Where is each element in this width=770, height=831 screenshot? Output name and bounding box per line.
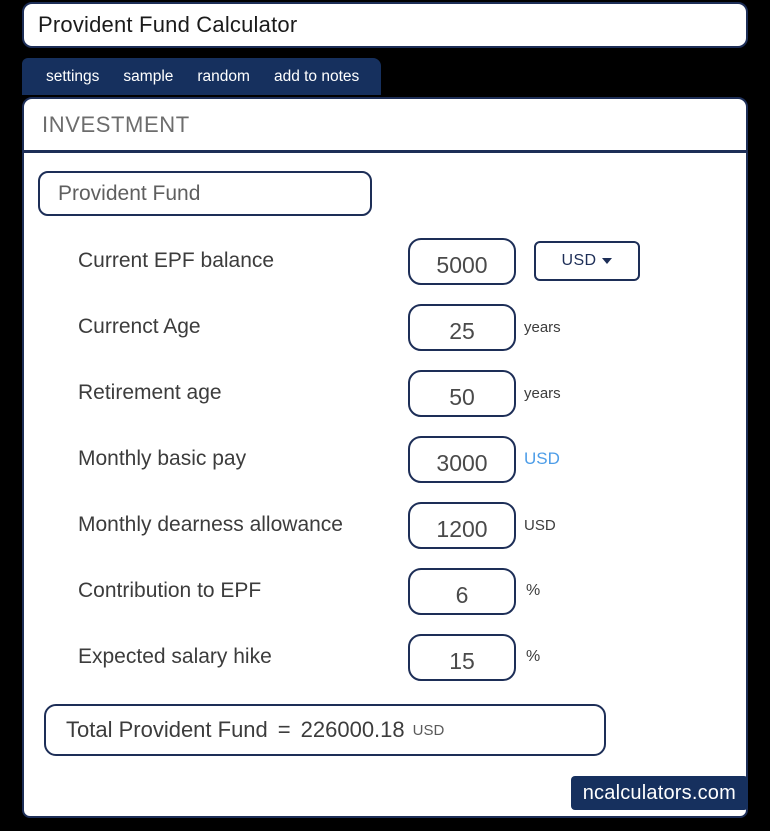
field-row: Retirement age 50 years [24, 360, 746, 426]
currency-dropdown[interactable]: USD [534, 241, 640, 281]
field-unit[interactable]: USD [524, 449, 560, 469]
tab-bar: settings sample random add to notes [22, 58, 382, 95]
field-label: Monthly dearness allowance [78, 512, 343, 536]
field-input[interactable]: 5000 [408, 237, 516, 285]
field-list: Current EPF balance 5000 USD Currenct Age 25… [24, 228, 746, 690]
field-row: Monthly basic pay 3000 USD [24, 426, 746, 492]
field-input[interactable]: 6 [408, 567, 516, 615]
field-input-value: 25 [449, 317, 475, 344]
field-control: 25 years [408, 303, 561, 351]
field-unit: years [524, 384, 561, 402]
section-header: INVESTMENT [24, 99, 746, 153]
field-unit: % [526, 648, 541, 665]
currency-dropdown-value: USD [561, 252, 597, 269]
field-label: Monthly basic pay [78, 446, 247, 470]
calculator-panel: INVESTMENT Provident Fund Current EPF ba… [22, 97, 748, 818]
tab-add-to-notes[interactable]: add to notes [262, 58, 371, 95]
field-row: Current EPF balance 5000 USD [24, 228, 746, 294]
field-row: Expected salary hike 15% [24, 624, 746, 690]
tab-settings[interactable]: settings [34, 58, 111, 95]
tab-random[interactable]: random [185, 58, 262, 95]
result-unit: USD [412, 721, 445, 739]
field-row: Contribution to EPF 6% [24, 558, 746, 624]
field-input[interactable]: 25 [408, 303, 516, 351]
field-label: Currenct Age [78, 314, 201, 338]
field-input-value: 15 [449, 647, 475, 674]
investment-type-value: Provident Fund [58, 181, 201, 205]
field-control: 6% [408, 567, 541, 615]
field-unit: USD [524, 516, 556, 534]
investment-type-select[interactable]: Provident Fund [38, 171, 372, 216]
field-input[interactable]: 1200 [408, 501, 516, 549]
field-control: 5000 USD [408, 237, 640, 285]
field-input-value: 50 [449, 383, 475, 410]
tab-sample[interactable]: sample [111, 58, 185, 95]
field-label: Contribution to EPF [78, 578, 262, 602]
section-title: INVESTMENT [42, 111, 190, 137]
result-bar: Total Provident Fund = 226000.18 USD [44, 704, 606, 756]
result-equals-sign: = [277, 717, 291, 742]
field-control: 15% [408, 633, 541, 681]
field-label: Current EPF balance [78, 248, 275, 272]
watermark-label: ncalculators.com [582, 781, 736, 804]
field-unit: years [524, 318, 561, 336]
field-control: 50 years [408, 369, 561, 417]
result-value: 226000.18 [300, 717, 405, 742]
site-watermark: ncalculators.com [570, 776, 748, 810]
field-row: Monthly dearness allowance 1200 USD [24, 492, 746, 558]
field-row: Currenct Age 25 years [24, 294, 746, 360]
chevron-down-icon [602, 258, 613, 264]
window-title-bar: Provident Fund Calculator [22, 2, 748, 48]
field-control: 1200 USD [408, 501, 556, 549]
field-label: Retirement age [78, 380, 222, 404]
field-input-value: 5000 [436, 251, 488, 278]
field-control: 3000 USD [408, 435, 560, 483]
field-input[interactable]: 3000 [408, 435, 516, 483]
field-unit: % [526, 582, 541, 599]
field-input-value: 6 [455, 581, 469, 608]
field-input-value: 3000 [436, 449, 488, 476]
result-label: Total Provident Fund [66, 717, 268, 742]
field-input-value: 1200 [436, 515, 488, 542]
field-input[interactable]: 15 [408, 633, 516, 681]
page-title: Provident Fund Calculator [38, 12, 298, 37]
field-input[interactable]: 50 [408, 369, 516, 417]
field-label: Expected salary hike [78, 644, 272, 668]
